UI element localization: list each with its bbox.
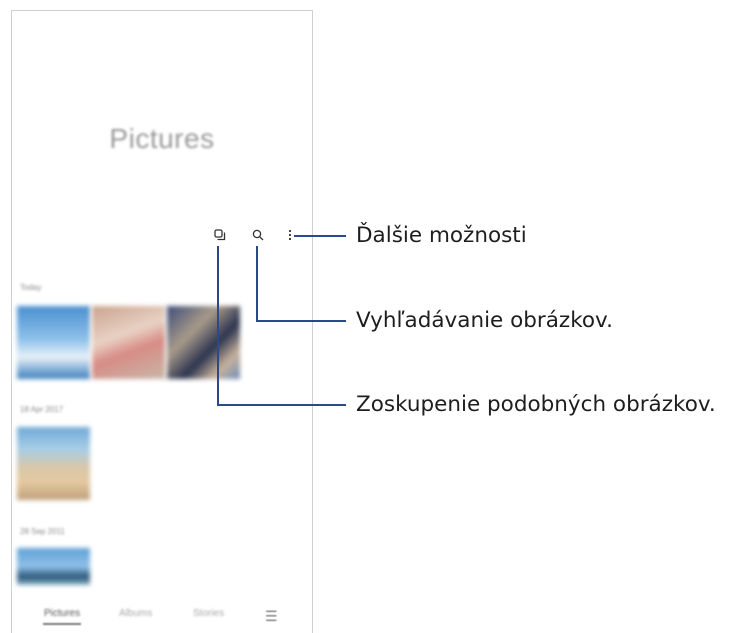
search-icon[interactable] [248, 225, 268, 245]
page-title: Pictures [109, 123, 215, 154]
tab-pictures[interactable]: Pictures [44, 608, 80, 619]
callout-search: Vyhľadávanie obrázkov. [356, 308, 613, 333]
tab-stories[interactable]: Stories [193, 608, 224, 619]
callout-line-more-options [294, 235, 346, 237]
callout-line-search-vertical [256, 246, 258, 322]
section-date: Today [20, 283, 42, 292]
callout-more-options: Ďalšie možnosti [356, 223, 527, 248]
hamburger-menu-icon[interactable]: ☰ [265, 608, 278, 625]
callout-line-group-vertical [217, 246, 219, 406]
photo-thumbnail[interactable] [17, 548, 90, 585]
callout-line-search-horizontal [256, 320, 346, 322]
callout-line-group-horizontal [217, 404, 346, 406]
photo-thumbnail[interactable] [167, 306, 240, 379]
photo-thumbnail[interactable] [92, 306, 165, 379]
section-date: 18 Apr 2017 [20, 405, 64, 414]
bottom-navigation: Pictures Albums Stories ☰ [12, 601, 312, 631]
callout-group-similar: Zoskupenie podobných obrázkov. [356, 392, 716, 417]
group-similar-icon[interactable] [210, 225, 230, 245]
photo-thumbnail[interactable] [17, 306, 90, 379]
tab-albums[interactable]: Albums [119, 608, 152, 619]
photo-thumbnail[interactable] [17, 427, 90, 500]
active-tab-indicator [43, 623, 81, 625]
section-date: 28 Sep 2011 [20, 527, 65, 536]
